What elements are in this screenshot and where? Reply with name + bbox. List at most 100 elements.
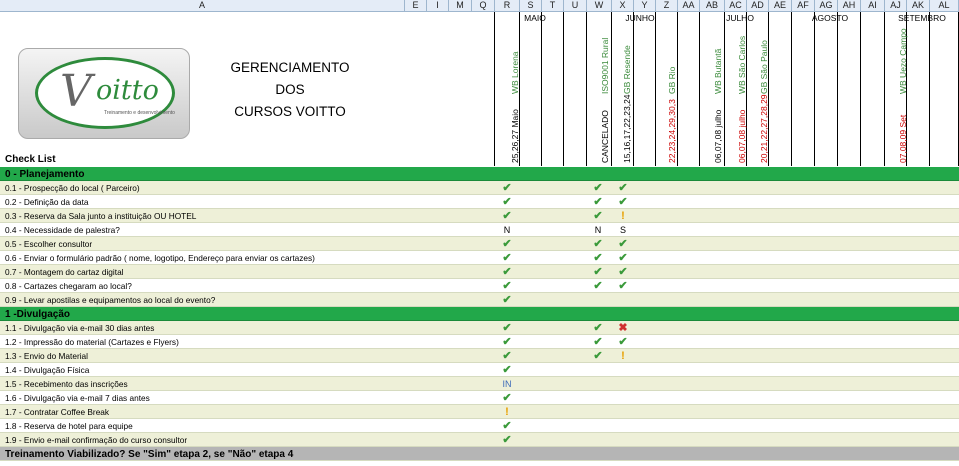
- column-header-al[interactable]: AL: [930, 0, 959, 12]
- column-header-u[interactable]: U: [564, 0, 587, 12]
- row-label[interactable]: 0.2 - Definição da data: [5, 196, 88, 208]
- check-icon[interactable]: ✔: [592, 195, 604, 209]
- check-icon[interactable]: ✔: [501, 349, 513, 363]
- column-header-ae[interactable]: AE: [769, 0, 792, 12]
- row-label[interactable]: 1.4 - Divulgação Física: [5, 364, 89, 376]
- row-label[interactable]: 0.4 - Necessidade de palestra?: [5, 224, 120, 236]
- row-label[interactable]: 0.6 - Enviar o formulário padrão ( nome,…: [5, 252, 315, 264]
- course-dates: 15,16,17,22,23,24: [622, 94, 632, 163]
- check-icon[interactable]: ✔: [501, 321, 513, 335]
- row-label[interactable]: 1.5 - Recebimento das inscrições: [5, 378, 128, 390]
- check-icon[interactable]: ✔: [501, 265, 513, 279]
- status-code[interactable]: N: [501, 223, 513, 237]
- row-label[interactable]: 1.6 - Divulgação via e-mail 7 dias antes: [5, 392, 150, 404]
- column-header-r[interactable]: R: [495, 0, 520, 12]
- column-header-w[interactable]: W: [587, 0, 612, 12]
- grid-line: [563, 12, 564, 166]
- column-header-aj[interactable]: AJ: [885, 0, 907, 12]
- status-code[interactable]: IN: [501, 377, 513, 391]
- table-row: 1.7 - Contratar Coffee Break!: [0, 405, 959, 419]
- column-header-e[interactable]: E: [405, 0, 427, 12]
- check-icon[interactable]: ✔: [501, 433, 513, 447]
- row-label[interactable]: 0 - Planejamento: [5, 168, 84, 181]
- column-header-ai[interactable]: AI: [861, 0, 885, 12]
- column-header-m[interactable]: M: [449, 0, 472, 12]
- table-row: 0.2 - Definição da data ✔ ✔ ✔: [0, 195, 959, 209]
- course-name: GB Rio: [667, 66, 677, 94]
- row-label[interactable]: 0.5 - Escolher consultor: [5, 238, 92, 250]
- status-code[interactable]: N: [592, 223, 604, 237]
- check-icon[interactable]: ✔: [592, 251, 604, 265]
- column-header-t[interactable]: T: [542, 0, 564, 12]
- check-icon[interactable]: ✔: [617, 181, 629, 195]
- spreadsheet: A E I M Q R S T U W X Y Z AA AB AC AD AE AF AG AH AI AJ AK AL MA…: [0, 0, 959, 466]
- check-icon[interactable]: ✔: [501, 209, 513, 223]
- check-icon[interactable]: ✔: [501, 251, 513, 265]
- check-icon[interactable]: ✔: [501, 293, 513, 307]
- check-icon[interactable]: ✔: [592, 209, 604, 223]
- column-header-ab[interactable]: AB: [700, 0, 725, 12]
- row-label[interactable]: 0.7 - Montagem do cartaz digital: [5, 266, 124, 278]
- row-label[interactable]: 1.8 - Reserva de hotel para equipe: [5, 420, 133, 432]
- check-icon[interactable]: ✔: [592, 335, 604, 349]
- check-icon[interactable]: ✔: [501, 279, 513, 293]
- row-label[interactable]: 0.9 - Levar apostilas e equipamentos ao …: [5, 294, 215, 306]
- row-label[interactable]: Treinamento Viabilizado? Se "Sim" etapa …: [5, 448, 293, 461]
- status-code[interactable]: S: [617, 223, 629, 237]
- check-icon[interactable]: ✔: [617, 195, 629, 209]
- check-icon[interactable]: ✔: [617, 279, 629, 293]
- check-icon[interactable]: ✔: [592, 321, 604, 335]
- column-header-ag[interactable]: AG: [815, 0, 838, 12]
- check-icon[interactable]: ✔: [501, 181, 513, 195]
- check-icon[interactable]: ✔: [501, 195, 513, 209]
- row-label[interactable]: 1.7 - Contratar Coffee Break: [5, 406, 109, 418]
- check-icon[interactable]: ✔: [617, 335, 629, 349]
- check-icon[interactable]: ✔: [617, 251, 629, 265]
- row-label[interactable]: 1 -Divulgação: [5, 308, 70, 321]
- check-icon[interactable]: ✔: [501, 237, 513, 251]
- column-header-y[interactable]: Y: [634, 0, 656, 12]
- column-header-x[interactable]: X: [612, 0, 634, 12]
- grid-line: [699, 12, 700, 166]
- check-icon[interactable]: ✔: [617, 237, 629, 251]
- row-label[interactable]: 0.8 - Cartazes chegaram ao local?: [5, 280, 132, 292]
- warning-icon[interactable]: !: [617, 349, 629, 363]
- warning-icon[interactable]: !: [501, 405, 513, 419]
- row-label[interactable]: 0.3 - Reserva da Sala junto a instituiçã…: [5, 210, 196, 222]
- row-label[interactable]: 1.9 - Envio e-mail confirmação do curso …: [5, 434, 187, 446]
- column-header-s[interactable]: S: [520, 0, 542, 12]
- row-label[interactable]: 1.3 - Envio do Material: [5, 350, 88, 362]
- checklist-label: Check List: [5, 154, 56, 165]
- column-header-ah[interactable]: AH: [838, 0, 861, 12]
- check-icon[interactable]: ✔: [501, 391, 513, 405]
- course-dates: 06,07,08 julho: [713, 109, 723, 163]
- check-icon[interactable]: ✔: [501, 363, 513, 377]
- course-name: WB Uezo Campo: [898, 28, 908, 94]
- column-header-ac[interactable]: AC: [725, 0, 747, 12]
- column-header-ak[interactable]: AK: [907, 0, 930, 12]
- row-label[interactable]: 0.1 - Prospecção do local ( Parceiro): [5, 182, 140, 194]
- row-label[interactable]: 1.1 - Divulgação via e-mail 30 dias ante…: [5, 322, 154, 334]
- cross-icon[interactable]: ✖: [617, 321, 629, 335]
- column-header-ad[interactable]: AD: [747, 0, 769, 12]
- check-icon[interactable]: ✔: [501, 335, 513, 349]
- check-icon[interactable]: ✔: [592, 265, 604, 279]
- column-header-q[interactable]: Q: [472, 0, 495, 12]
- column-header-z[interactable]: Z: [656, 0, 678, 12]
- column-header-a[interactable]: A: [0, 0, 405, 12]
- column-header-i[interactable]: I: [427, 0, 449, 12]
- check-icon[interactable]: ✔: [592, 237, 604, 251]
- course-name: GB São Paulo: [759, 40, 769, 94]
- course-name: WB Butantã: [713, 48, 723, 94]
- check-icon[interactable]: ✔: [592, 279, 604, 293]
- title-line-2: DOS: [275, 82, 305, 97]
- check-icon[interactable]: ✔: [592, 181, 604, 195]
- warning-icon[interactable]: !: [617, 209, 629, 223]
- column-header-aa[interactable]: AA: [678, 0, 700, 12]
- row-label[interactable]: 1.2 - Impressão do material (Cartazes e …: [5, 336, 179, 348]
- check-icon[interactable]: ✔: [617, 265, 629, 279]
- check-icon[interactable]: ✔: [501, 419, 513, 433]
- course-dates: 22,23,24,29,30,3: [667, 99, 677, 163]
- column-header-af[interactable]: AF: [792, 0, 815, 12]
- check-icon[interactable]: ✔: [592, 349, 604, 363]
